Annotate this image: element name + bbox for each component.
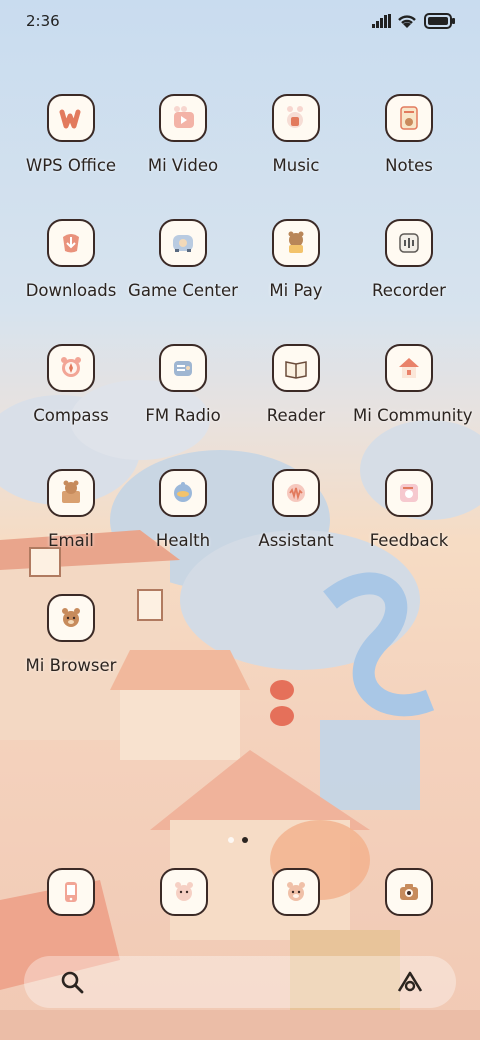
- status-time: 2:36: [26, 12, 60, 30]
- browser-icon: [62, 608, 80, 627]
- app-label: Feedback: [369, 531, 449, 550]
- app-assistant[interactable]: Assistant: [240, 469, 352, 550]
- pay-icon: [288, 231, 304, 253]
- app-label: Mi Pay: [269, 281, 323, 300]
- app-mi-video[interactable]: Mi Video: [127, 94, 239, 175]
- app-downloads[interactable]: Downloads: [15, 219, 127, 300]
- assistant-icon: [287, 484, 305, 502]
- app-label: Mi Video: [147, 156, 219, 175]
- search-bar[interactable]: [24, 956, 456, 1008]
- contacts-icon: [287, 882, 305, 901]
- app-health[interactable]: Health: [127, 469, 239, 550]
- music-icon: [287, 106, 303, 128]
- dock-phone-app[interactable]: [47, 868, 95, 916]
- wps-icon: [59, 109, 81, 129]
- house-icon: [399, 358, 419, 378]
- app-icon-frame[interactable]: [385, 219, 433, 267]
- download-icon: [63, 234, 79, 253]
- dock-camera-app[interactable]: [385, 868, 433, 916]
- app-label: Notes: [385, 156, 433, 175]
- recorder-icon: [399, 233, 419, 253]
- app-label: Email: [48, 531, 94, 550]
- app-label: Mi Browser: [25, 656, 117, 675]
- app-compass[interactable]: Compass: [15, 344, 127, 425]
- cellular-signal-icon: [372, 14, 391, 28]
- app-icon-frame[interactable]: [159, 469, 207, 517]
- app-notes[interactable]: Notes: [353, 94, 465, 175]
- status-bar: 2:36: [0, 0, 480, 44]
- app-icon-frame[interactable]: [47, 94, 95, 142]
- app-label: Health: [155, 531, 211, 550]
- app-label: Mi Community: [353, 406, 473, 425]
- app-icon-frame[interactable]: [47, 594, 95, 642]
- book-icon: [285, 361, 307, 379]
- app-recorder[interactable]: Recorder: [353, 219, 465, 300]
- search-icon[interactable]: [60, 970, 84, 994]
- email-icon: [62, 480, 80, 503]
- app-icon-frame[interactable]: [272, 344, 320, 392]
- app-label: Downloads: [25, 281, 117, 300]
- dock-contacts-app[interactable]: [272, 868, 320, 916]
- app-icon-frame[interactable]: [385, 344, 433, 392]
- app-label: Game Center: [128, 281, 238, 300]
- app-icon-frame[interactable]: [159, 94, 207, 142]
- app-game-center[interactable]: Game Center: [127, 219, 239, 300]
- messages-icon: [175, 882, 193, 901]
- app-label: Recorder: [372, 281, 446, 300]
- app-icon-frame[interactable]: [272, 469, 320, 517]
- compass-icon: [61, 357, 81, 377]
- dock-messages-app[interactable]: [160, 868, 208, 916]
- app-music[interactable]: Music: [240, 94, 352, 175]
- app-icon-frame[interactable]: [159, 219, 207, 267]
- app-feedback[interactable]: Feedback: [353, 469, 465, 550]
- app-icon-frame[interactable]: [272, 94, 320, 142]
- wifi-icon: [398, 15, 416, 28]
- phone-icon: [65, 882, 77, 902]
- app-icon-frame[interactable]: [385, 469, 433, 517]
- app-icon-frame[interactable]: [272, 219, 320, 267]
- app-mi-pay[interactable]: Mi Pay: [240, 219, 352, 300]
- app-label: Reader: [266, 406, 326, 425]
- battery-icon: [424, 13, 455, 29]
- app-label: Music: [272, 156, 320, 175]
- camera-icon: [400, 884, 418, 900]
- app-icon-frame[interactable]: [159, 344, 207, 392]
- assistant-app-icon[interactable]: [396, 970, 424, 994]
- app-email[interactable]: Email: [15, 469, 127, 550]
- app-mi-browser[interactable]: Mi Browser: [15, 594, 127, 675]
- notes-icon: [400, 106, 418, 130]
- app-label: FM Radio: [145, 406, 221, 425]
- feedback-icon: [400, 484, 418, 502]
- page-indicator: [224, 828, 252, 847]
- app-icon-frame[interactable]: [47, 469, 95, 517]
- app-label: Assistant: [258, 531, 334, 550]
- app-wps-office[interactable]: WPS Office: [15, 94, 127, 175]
- page-dot-1[interactable]: [228, 837, 234, 843]
- app-icon-frame[interactable]: [47, 344, 95, 392]
- app-label: WPS Office: [25, 156, 117, 175]
- radio-icon: [174, 361, 192, 376]
- health-icon: [174, 482, 192, 502]
- game-icon: [173, 235, 193, 252]
- app-reader[interactable]: Reader: [240, 344, 352, 425]
- app-icon-frame[interactable]: [47, 219, 95, 267]
- app-fm-radio[interactable]: FM Radio: [127, 344, 239, 425]
- app-mi-community[interactable]: Mi Community: [353, 344, 473, 425]
- page-dot-2[interactable]: [242, 837, 248, 843]
- app-icon-frame[interactable]: [385, 94, 433, 142]
- app-label: Compass: [33, 406, 109, 425]
- video-icon: [174, 106, 194, 128]
